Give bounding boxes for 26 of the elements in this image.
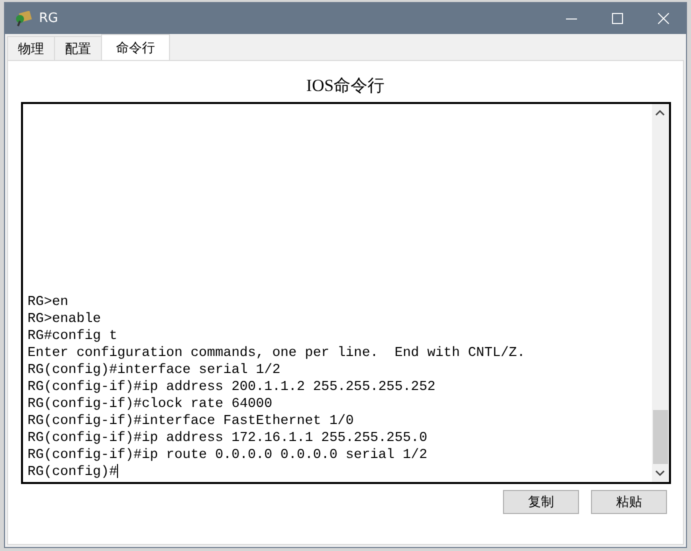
action-button[interactable]: 粘贴 (591, 490, 667, 514)
terminal-line: RG#config t (28, 328, 118, 345)
terminal-line: RG(config-if)#interface FastEthernet 1/0 (28, 413, 355, 430)
terminal-line: RG(config-if)#ip route 0.0.0.0 0.0.0.0 serial 1/2 (28, 447, 428, 464)
terminal-line: RG(config-if)#ip address 200.1.1.2 255.255.255.252 (28, 379, 436, 396)
terminal-line: RG>enable (28, 311, 102, 328)
terminal-line: Enter configuration commands, one per line. End with CNTL/Z. (28, 345, 526, 362)
terminal-line: RG(config-if)#clock rate 64000 (28, 396, 274, 413)
tab[interactable]: 命令行 (101, 34, 170, 60)
panel-heading: IOS命令行 (306, 75, 385, 97)
scrollbar[interactable] (652, 104, 668, 482)
scroll-thumb[interactable] (652, 410, 668, 464)
tab[interactable]: 物理 (7, 36, 55, 60)
terminal-line: RG(config)#interface serial 1/2 (28, 362, 282, 379)
terminal-line: RG>en (28, 294, 70, 311)
close-icon[interactable] (658, 13, 668, 24)
terminal-line: RG(config-if)#ip address 172.16.1.1 255.255.255.0 (28, 430, 428, 447)
scroll-down-icon[interactable] (655, 468, 665, 478)
terminal[interactable] (20, 102, 670, 484)
terminal-line: RG(config)# (28, 464, 120, 481)
app-icon (15, 10, 33, 26)
scroll-up-icon[interactable] (655, 108, 665, 118)
maximize-icon[interactable] (612, 13, 622, 24)
text-cursor (117, 464, 118, 478)
window-title: RG (39, 11, 60, 26)
action-button[interactable]: 复制 (503, 490, 579, 514)
